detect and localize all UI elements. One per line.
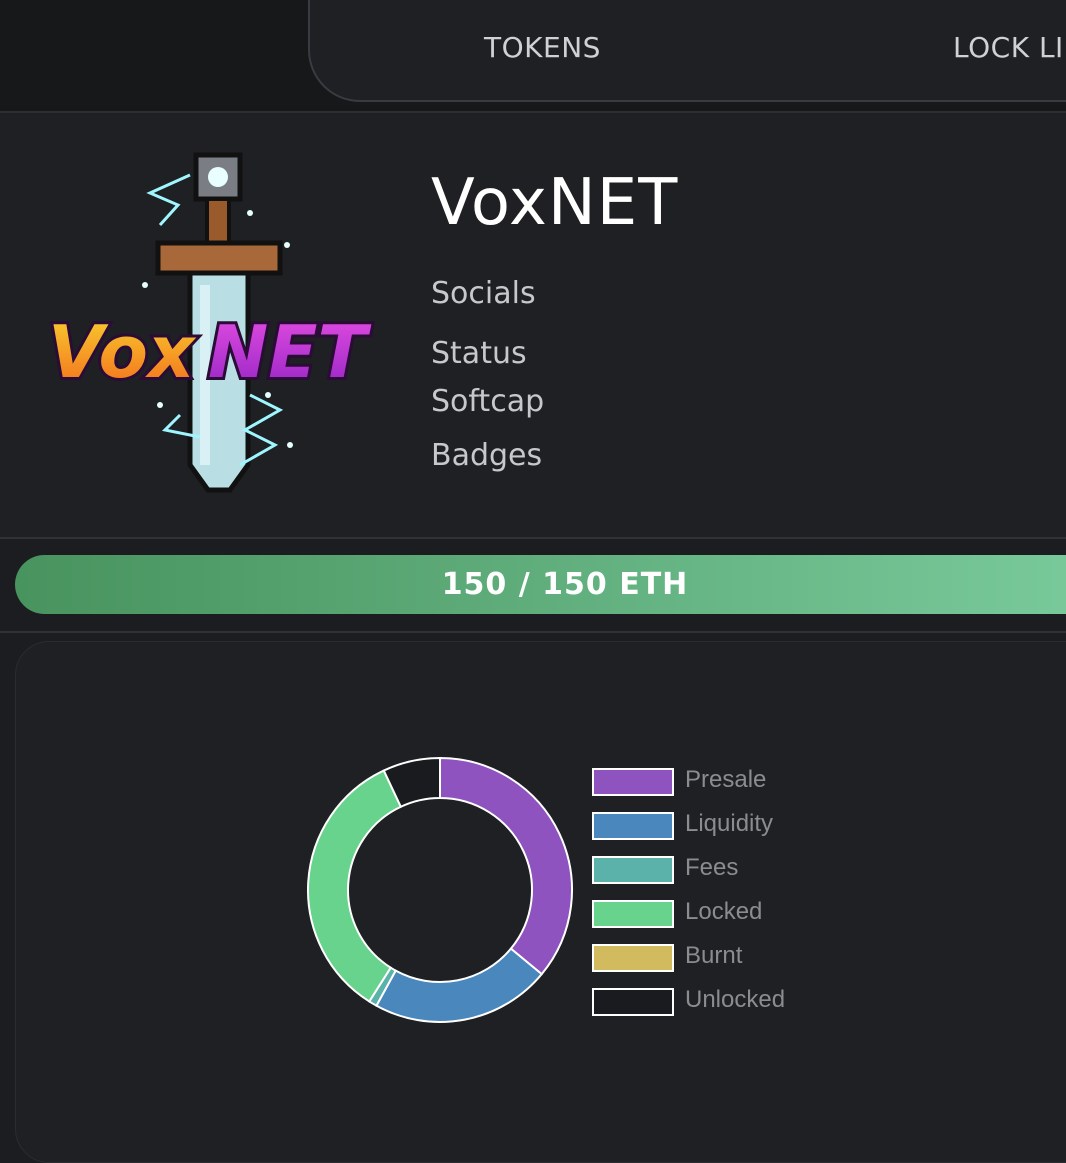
donut-slice-locked[interactable] bbox=[307, 769, 403, 1003]
legend-label: Presale bbox=[685, 766, 767, 793]
legend-swatch bbox=[592, 812, 674, 840]
progress-label: 150 / 150 ETH bbox=[441, 567, 689, 602]
legend-label: Liquidity bbox=[685, 810, 774, 837]
socials-label: Socials bbox=[431, 276, 536, 311]
progress-bar: 150 / 150 ETH bbox=[15, 555, 1066, 614]
legend-swatch bbox=[592, 768, 674, 796]
sword-grip bbox=[205, 197, 231, 247]
badges-label: Badges bbox=[431, 438, 543, 473]
legend-swatch bbox=[592, 856, 674, 884]
legend-label: Burnt bbox=[685, 942, 743, 969]
status-label: Status bbox=[431, 336, 527, 371]
nav-tabs: TOKENS LOCK LI bbox=[308, 0, 1066, 102]
token-logo: Vox NET bbox=[45, 152, 374, 493]
legend-swatch bbox=[592, 944, 674, 972]
donut-slice-liquidity[interactable] bbox=[375, 947, 544, 1023]
top-navigation: TOKENS LOCK LI bbox=[0, 0, 1066, 113]
logo-wordmark-net: NET bbox=[208, 310, 371, 394]
pommel-gem bbox=[208, 167, 228, 187]
softcap-label: Softcap bbox=[431, 384, 545, 419]
progress-section: 150 / 150 ETH bbox=[0, 539, 1066, 633]
tab-lock[interactable]: LOCK LI bbox=[953, 31, 1064, 64]
token-name: VoxNET bbox=[431, 166, 679, 240]
lightning-icon bbox=[146, 173, 191, 227]
legend-label: Fees bbox=[685, 854, 739, 881]
legend-swatch bbox=[592, 988, 674, 1016]
sword-crossguard bbox=[155, 240, 283, 276]
legend-label: Unlocked bbox=[685, 986, 786, 1013]
logo-wordmark-vox: Vox bbox=[48, 310, 197, 394]
donut-slice-presale[interactable] bbox=[439, 756, 573, 976]
legend-swatch bbox=[592, 900, 674, 928]
tokenomics-donut-chart bbox=[307, 756, 573, 1023]
tab-tokens[interactable]: TOKENS bbox=[484, 31, 601, 64]
legend-label: Locked bbox=[685, 898, 763, 925]
